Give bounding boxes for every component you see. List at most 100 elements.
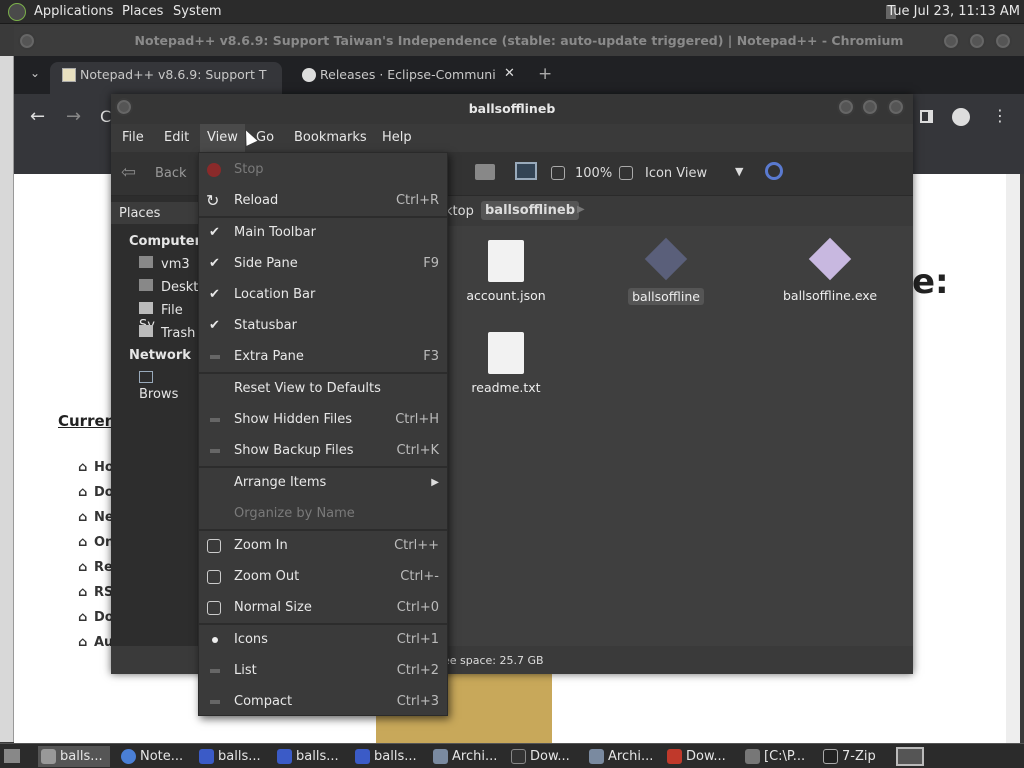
menu-item-arrange-items[interactable]: Arrange Items ▶ — [199, 468, 447, 498]
profile-icon[interactable] — [952, 108, 970, 126]
search-icon[interactable] — [765, 162, 783, 180]
browser-maximize-button[interactable] — [968, 32, 986, 50]
taskbar-item[interactable]: 7-Zip — [820, 746, 892, 767]
places-menu[interactable]: Places — [122, 4, 163, 19]
browser-minimize-button[interactable] — [942, 32, 960, 50]
menu-item-compact[interactable]: Compact Ctrl+3 — [199, 687, 447, 717]
sidebar-item-browse-network[interactable]: Brows — [139, 371, 199, 402]
page-link[interactable]: ⌂ Do — [78, 485, 114, 510]
file-manager-title: ballsofflineb — [468, 101, 556, 116]
file-item[interactable]: account.json — [441, 240, 571, 303]
clock[interactable]: Tue Jul 23, 11:13 AM — [887, 4, 1020, 19]
taskbar-item[interactable]: Archi... — [586, 746, 658, 767]
tab-notepad[interactable]: Notepad++ v8.6.9: Support T — [50, 62, 282, 94]
taskbar-item[interactable]: balls... — [38, 746, 110, 767]
browser-titlebar: Notepad++ v8.6.9: Support Taiwan's Indep… — [14, 26, 1024, 56]
reload-icon[interactable]: C — [100, 107, 111, 126]
fm-close-button[interactable] — [887, 98, 905, 116]
fm-menubar: File Edit View Go Bookmarks Help — [111, 124, 913, 152]
page-link[interactable]: ⌂ On — [78, 535, 114, 560]
path-segment-prev[interactable]: ktop — [445, 204, 474, 219]
menu-item-icons[interactable]: Icons Ctrl+1 — [199, 625, 447, 655]
browser-close-button[interactable] — [994, 32, 1012, 50]
menu-file[interactable]: File — [122, 130, 144, 145]
page-link[interactable]: ⌂ RS — [78, 585, 114, 610]
file-item[interactable]: ballsoffline — [601, 237, 731, 305]
sidebar-item-desktop[interactable]: Deskt — [139, 279, 198, 295]
sidebar-item-vm3[interactable]: vm3 — [139, 256, 190, 272]
taskbar-item[interactable]: balls... — [274, 746, 346, 767]
kebab-menu-icon[interactable]: ⋮ — [992, 106, 1008, 125]
path-next-arrow-icon[interactable]: ▶ — [577, 204, 585, 215]
workspace-switcher-icon[interactable] — [896, 747, 924, 766]
page-scrollbar[interactable] — [1006, 174, 1020, 744]
menu-view[interactable]: View — [200, 124, 245, 152]
taskbar-item[interactable]: Dow... — [508, 746, 580, 767]
view-mode-select[interactable]: Icon View — [645, 166, 707, 181]
text-file-icon — [488, 332, 524, 374]
file-item[interactable]: readme.txt — [441, 332, 571, 395]
menu-item-zoom-in[interactable]: Zoom In Ctrl++ — [199, 531, 447, 561]
zoom-in-icon[interactable] — [619, 166, 633, 180]
taskbar-item[interactable]: Dow... — [664, 746, 736, 767]
menu-item-side-pane[interactable]: ✔ Side Pane F9 — [199, 249, 447, 279]
menu-item-show-hidden[interactable]: Show Hidden Files Ctrl+H — [199, 405, 447, 435]
sidebar-header[interactable]: Places — [111, 202, 199, 224]
menu-item-normal-size[interactable]: Normal Size Ctrl+0 — [199, 593, 447, 623]
menu-item-statusbar[interactable]: ✔ Statusbar — [199, 311, 447, 341]
file-name: ballsoffline — [628, 288, 704, 305]
chevron-down-icon[interactable]: ▼ — [735, 165, 743, 178]
back-arrow-icon[interactable]: ⇦ — [121, 162, 136, 183]
page-link[interactable]: ⌂ Ho — [78, 460, 114, 485]
system-logo-icon[interactable] — [8, 3, 26, 21]
menu-item-reset-view[interactable]: Reset View to Defaults — [199, 374, 447, 404]
page-link[interactable]: ⌂ Do — [78, 610, 114, 635]
menu-item-zoom-out[interactable]: Zoom Out Ctrl+- — [199, 562, 447, 592]
taskbar-item[interactable]: [C:\P... — [742, 746, 814, 767]
path-segment-current[interactable]: ballsofflineb — [481, 201, 580, 220]
radio-unselected-icon — [210, 700, 220, 704]
menu-item-organize-by-name: Organize by Name — [234, 506, 355, 521]
menu-edit[interactable]: Edit — [164, 130, 189, 145]
show-desktop-icon[interactable] — [4, 749, 20, 763]
fm-minimize-button[interactable] — [837, 98, 855, 116]
forward-arrow-icon[interactable]: → — [66, 106, 81, 127]
back-arrow-icon[interactable]: ← — [30, 106, 45, 127]
computer-icon[interactable] — [515, 162, 537, 180]
unchecked-icon — [210, 355, 220, 359]
taskbar-item[interactable]: balls... — [352, 746, 424, 767]
taskbar-item[interactable]: Note... — [118, 746, 190, 767]
new-tab-icon[interactable]: + — [538, 64, 552, 84]
menu-item-location-bar[interactable]: ✔ Location Bar — [199, 280, 447, 310]
menu-item-reload[interactable]: ↻ Reload Ctrl+R — [199, 186, 447, 216]
file-item[interactable]: ballsoffline.exe — [765, 237, 895, 303]
taskbar-item[interactable]: balls... — [196, 746, 268, 767]
menu-item-main-toolbar[interactable]: ✔ Main Toolbar — [199, 218, 447, 248]
browser-menu-button[interactable] — [18, 32, 36, 50]
system-menu[interactable]: System — [173, 4, 221, 19]
sidebar-icon[interactable] — [920, 110, 933, 123]
page-link[interactable]: ⌂ Re — [78, 560, 114, 585]
menu-item-list[interactable]: List Ctrl+2 — [199, 656, 447, 686]
menu-go[interactable]: Go — [256, 130, 274, 145]
taskbar-item[interactable]: Archi... — [430, 746, 502, 767]
menu-bookmarks[interactable]: Bookmarks — [294, 130, 367, 145]
sidebar-item-trash[interactable]: Trash — [139, 325, 195, 341]
tab-search-icon[interactable]: ⌄ — [30, 66, 40, 80]
menu-item-extra-pane[interactable]: Extra Pane F3 — [199, 342, 447, 372]
page-link[interactable]: ⌂ Ne — [78, 510, 114, 535]
fm-maximize-button[interactable] — [861, 98, 879, 116]
fm-menu-button[interactable] — [115, 98, 133, 116]
zoom-out-icon[interactable] — [551, 166, 565, 180]
home-icon[interactable] — [475, 164, 495, 180]
page-link[interactable]: ⌂ Au — [78, 635, 114, 660]
menu-help[interactable]: Help — [382, 130, 412, 145]
app-icon — [355, 749, 370, 764]
back-button-label[interactable]: Back — [155, 166, 187, 181]
tab-close-icon[interactable]: ✕ — [504, 66, 515, 81]
taskbar: balls... Note... balls... balls... balls… — [0, 743, 1024, 768]
check-icon: ✔ — [209, 287, 220, 302]
tab-releases[interactable]: Releases · Eclipse-Communi — [290, 62, 530, 94]
applications-menu[interactable]: Applications — [34, 4, 113, 19]
menu-item-show-backup[interactable]: Show Backup Files Ctrl+K — [199, 436, 447, 466]
